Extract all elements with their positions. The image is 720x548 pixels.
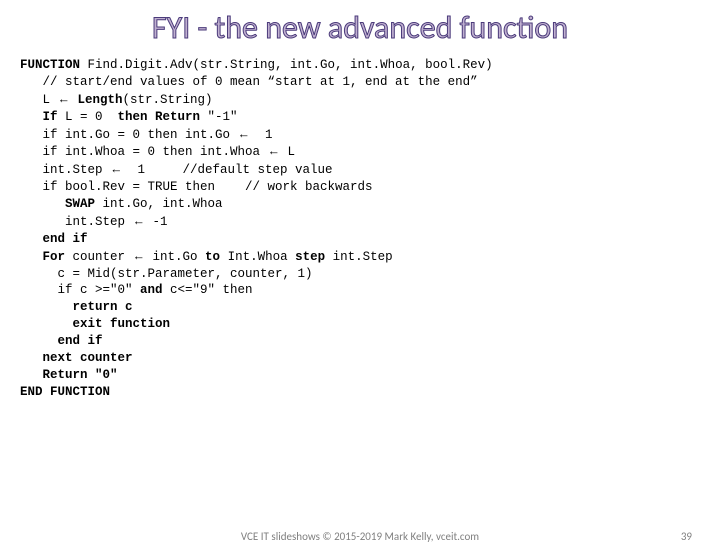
code-text: if c >="0" xyxy=(20,283,140,297)
kw-endfunc: END FUNCTION xyxy=(20,385,110,399)
kw-length: Length xyxy=(70,93,123,107)
code-text: "-1" xyxy=(208,110,238,124)
kw-endif: end if xyxy=(20,232,88,246)
code-text: int.Go xyxy=(145,250,205,264)
code-text: L xyxy=(20,93,58,107)
arrow-icon: ← xyxy=(133,214,146,228)
kw-then-return: then Return xyxy=(118,110,208,124)
code-text: Find.Digit.Adv(str.String, int.Go, int.W… xyxy=(80,58,493,72)
code-text: int.Step xyxy=(20,163,110,177)
code-text: if int.Go = 0 then int.Go xyxy=(20,128,238,142)
code-text: c<="9" then xyxy=(163,283,253,297)
code-text: int.Step xyxy=(325,250,393,264)
kw-and: and xyxy=(140,283,163,297)
kw-function: FUNCTION xyxy=(20,58,80,72)
kw-return: Return "0" xyxy=(20,368,118,382)
code-text: L = 0 xyxy=(58,110,118,124)
code-text: L xyxy=(280,145,295,159)
kw-to: to xyxy=(205,250,220,264)
kw-endif: end if xyxy=(20,334,103,348)
code-text: int.Go, int.Whoa xyxy=(95,197,223,211)
arrow-icon: ← xyxy=(133,249,146,263)
code-text: if bool.Rev = TRUE then // work backward… xyxy=(20,180,373,194)
arrow-icon: ← xyxy=(110,162,123,176)
page-number: 39 xyxy=(681,530,692,543)
code-text: 1 //default step value xyxy=(123,163,333,177)
code-text: if int.Whoa = 0 then int.Whoa xyxy=(20,145,268,159)
code-text: 1 xyxy=(250,128,273,142)
arrow-icon: ← xyxy=(58,92,71,106)
code-block: FUNCTION Find.Digit.Adv(str.String, int.… xyxy=(20,57,700,401)
code-text: (str.String) xyxy=(123,93,213,107)
code-text: c = Mid(str.Parameter, counter, 1) xyxy=(20,267,313,281)
code-text: int.Step xyxy=(20,215,133,229)
code-text: -1 xyxy=(145,215,168,229)
arrow-icon: ← xyxy=(238,127,251,141)
arrow-icon: ← xyxy=(268,144,281,158)
kw-swap: SWAP xyxy=(20,197,95,211)
code-text: // start/end values of 0 mean “start at … xyxy=(20,75,478,89)
kw-exit: exit function xyxy=(20,317,170,331)
slide-title: FYI - the new advanced function xyxy=(0,8,720,47)
footer-copyright: VCE IT slideshows © 2015-2019 Mark Kelly… xyxy=(241,530,479,543)
kw-if: If xyxy=(20,110,58,124)
kw-return: return c xyxy=(20,300,133,314)
code-text: counter xyxy=(65,250,133,264)
code-text: Int.Whoa xyxy=(220,250,295,264)
kw-next: next counter xyxy=(20,351,133,365)
kw-for: For xyxy=(20,250,65,264)
kw-step: step xyxy=(295,250,325,264)
